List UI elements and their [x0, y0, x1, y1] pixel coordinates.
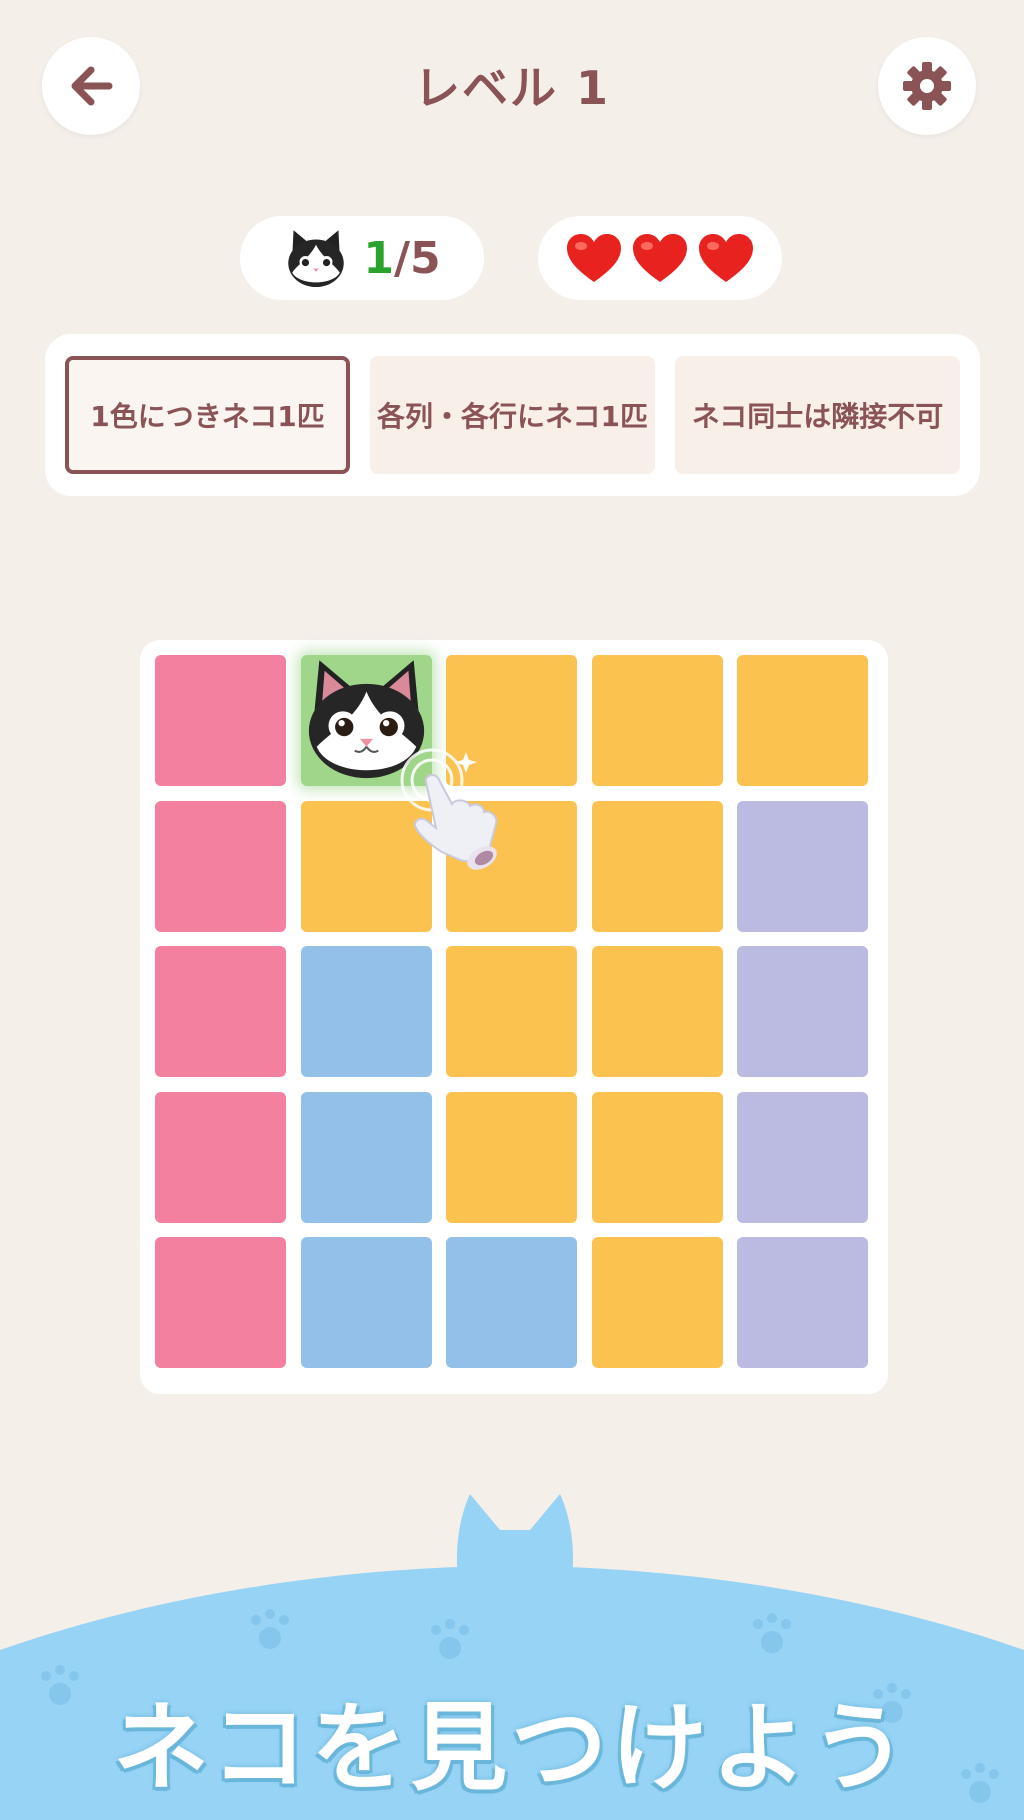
heart-icon: [699, 234, 753, 282]
board-cell[interactable]: [155, 655, 286, 786]
board-cell[interactable]: [591, 655, 723, 786]
board-cell[interactable]: [591, 946, 723, 1077]
settings-button[interactable]: [878, 37, 976, 135]
gear-icon: [903, 62, 951, 110]
board-cell[interactable]: [155, 1091, 286, 1223]
board-cell[interactable]: [737, 800, 868, 932]
rule-no-adjacent-cats[interactable]: ネコ同士は隣接不可: [675, 356, 960, 474]
board-cell[interactable]: [155, 800, 286, 932]
board-cell[interactable]: [300, 1237, 432, 1368]
board-cell[interactable]: [300, 1091, 432, 1223]
board-cell[interactable]: [155, 1237, 286, 1368]
board-cell[interactable]: [446, 1091, 577, 1223]
board-cell[interactable]: [591, 1237, 723, 1368]
board-cell[interactable]: [737, 655, 868, 786]
heart-icon: [633, 234, 687, 282]
heart-icon: [567, 234, 621, 282]
rule-one-cat-per-row-column[interactable]: 各列・各行にネコ1匹: [370, 356, 655, 474]
board-cell[interactable]: [591, 1091, 723, 1223]
board-cell[interactable]: [737, 946, 868, 1077]
board-cell[interactable]: [155, 946, 286, 1077]
level-title: レベル 1: [413, 61, 611, 115]
board-cell[interactable]: [300, 946, 432, 1077]
top-bar: レベル 1: [0, 0, 1024, 175]
found-count: 1: [363, 232, 394, 284]
board-cell[interactable]: [446, 1237, 577, 1368]
lives-display: [538, 216, 782, 300]
board-cell[interactable]: [446, 946, 577, 1077]
board-cell[interactable]: [737, 1237, 868, 1368]
tap-hint-hand-icon: [400, 748, 498, 870]
rules-panel: 1色につきネコ1匹 各列・各行にネコ1匹 ネコ同士は隣接不可: [45, 334, 980, 496]
cat-face-icon: [288, 230, 345, 288]
board-cell[interactable]: [591, 800, 723, 932]
total-count: /5: [393, 232, 441, 284]
slogan-text: ネコを見つけよう: [112, 1692, 912, 1804]
board-cell[interactable]: [737, 1091, 868, 1223]
progress-counter: 1/5: [240, 216, 484, 300]
rule-one-cat-per-color[interactable]: 1色につきネコ1匹: [65, 356, 350, 474]
